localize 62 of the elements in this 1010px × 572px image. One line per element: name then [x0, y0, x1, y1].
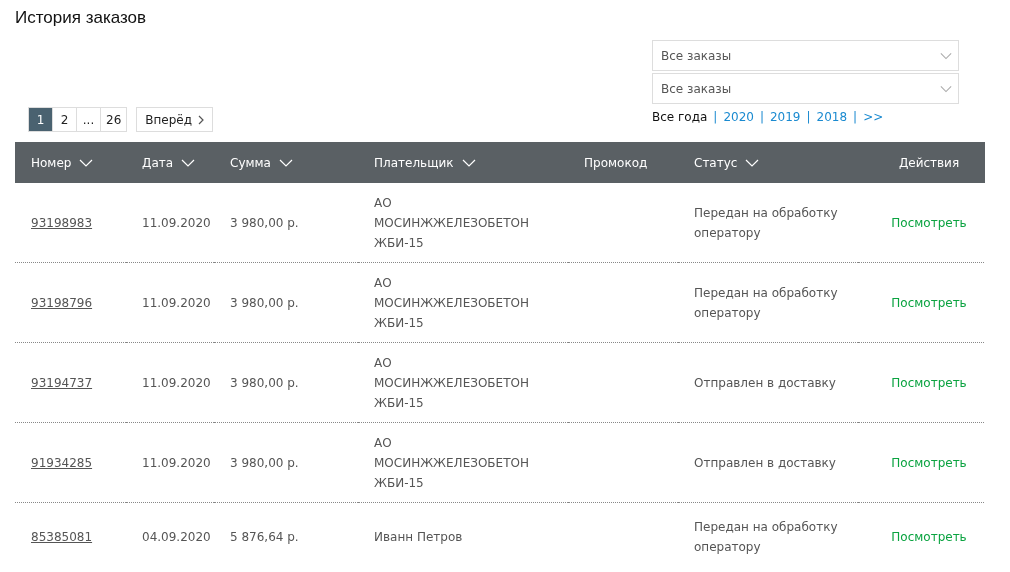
year-link[interactable]: Все года	[652, 110, 708, 124]
year-link[interactable]: 2019	[769, 110, 801, 124]
sum-cell-text: 5 876,64 р.	[230, 529, 299, 546]
column-header[interactable]: Сумма	[214, 142, 358, 183]
order-number-link[interactable]: 93198796	[31, 295, 93, 310]
page-button[interactable]: 2	[52, 107, 77, 132]
view-link[interactable]: Посмотреть	[891, 215, 967, 230]
year-link[interactable]: 2018	[816, 110, 848, 124]
chevron-down-icon	[278, 158, 293, 167]
sum-cell-text: 3 980,00 р.	[230, 374, 299, 392]
chevron-down-icon	[745, 158, 760, 167]
page-title: История заказов	[15, 8, 148, 28]
order-number-link[interactable]: 93194737	[31, 375, 93, 390]
column-header: Промокод	[568, 142, 678, 183]
payer-cell-text: АО МОСИНЖЖЕЛЕЗОБЕТОН ЖБИ-15	[374, 194, 529, 252]
filter-select[interactable]: Все заказы	[652, 40, 959, 71]
order-number-link[interactable]: 85385081	[31, 530, 93, 544]
date-cell-text: 04.09.2020	[142, 529, 211, 546]
status-cell-text: Передан на обработку оператору	[694, 519, 838, 556]
view-link[interactable]: Посмотреть	[891, 295, 967, 310]
date-cell-text: 11.09.2020	[142, 374, 211, 392]
sum-cell-text: 3 980,00 р.	[230, 214, 299, 232]
filter-select[interactable]: Все заказы	[652, 73, 959, 104]
next-button[interactable]: Вперёд	[136, 107, 214, 132]
column-header[interactable]: Плательщик	[358, 142, 568, 183]
separator: |	[853, 110, 858, 124]
chevron-down-icon	[79, 158, 94, 167]
separator: |	[713, 110, 718, 124]
separator: |	[806, 110, 811, 124]
date-cell-text: 11.09.2020	[142, 214, 211, 232]
chevron-down-icon	[181, 158, 196, 167]
column-header[interactable]: Дата	[126, 142, 214, 183]
status-cell-text: Передан на обработку оператору	[694, 204, 838, 242]
column-header[interactable]: Статус	[678, 142, 858, 183]
column-header: Действия	[858, 142, 985, 183]
year-link[interactable]: 2020	[723, 110, 754, 124]
chevron-down-icon	[940, 84, 952, 93]
date-cell-text: 11.09.2020	[142, 454, 211, 472]
date-cell-text: 11.09.2020	[142, 294, 211, 312]
order-number-link[interactable]: 91934285	[31, 455, 93, 470]
status-cell-text: Отправлен в доставку	[694, 374, 836, 392]
order-number-link[interactable]: 93198983	[31, 215, 93, 230]
view-link[interactable]: Посмотреть	[891, 455, 967, 470]
page-button[interactable]: ...	[76, 107, 101, 132]
chevron-down-icon	[940, 51, 952, 60]
year-link[interactable]: >>	[863, 110, 884, 124]
separator: |	[759, 110, 764, 124]
payer-cell-text: АО МОСИНЖЖЕЛЕЗОБЕТОН ЖБИ-15	[374, 354, 529, 412]
status-cell-text: Передан на обработку оператору	[694, 284, 838, 322]
view-link[interactable]: Посмотреть	[891, 530, 967, 544]
payer-cell-text: АО МОСИНЖЖЕЛЕЗОБЕТОН ЖБИ-15	[374, 434, 529, 492]
view-link[interactable]: Посмотреть	[891, 375, 967, 390]
sum-cell-text: 3 980,00 р.	[230, 294, 299, 312]
column-header[interactable]: Номер	[15, 142, 126, 183]
page-button[interactable]: 1	[28, 107, 53, 132]
status-cell-text: Отправлен в доставку	[694, 454, 836, 472]
chevron-down-icon	[461, 158, 476, 167]
page-button[interactable]: 26	[100, 107, 128, 132]
chevron-right-icon	[198, 114, 205, 125]
payer-cell-text: АО МОСИНЖЖЕЛЕЗОБЕТОН ЖБИ-15	[374, 274, 529, 332]
sum-cell-text: 3 980,00 р.	[230, 454, 299, 472]
payer-cell-text: Иванн Петров	[374, 529, 463, 546]
